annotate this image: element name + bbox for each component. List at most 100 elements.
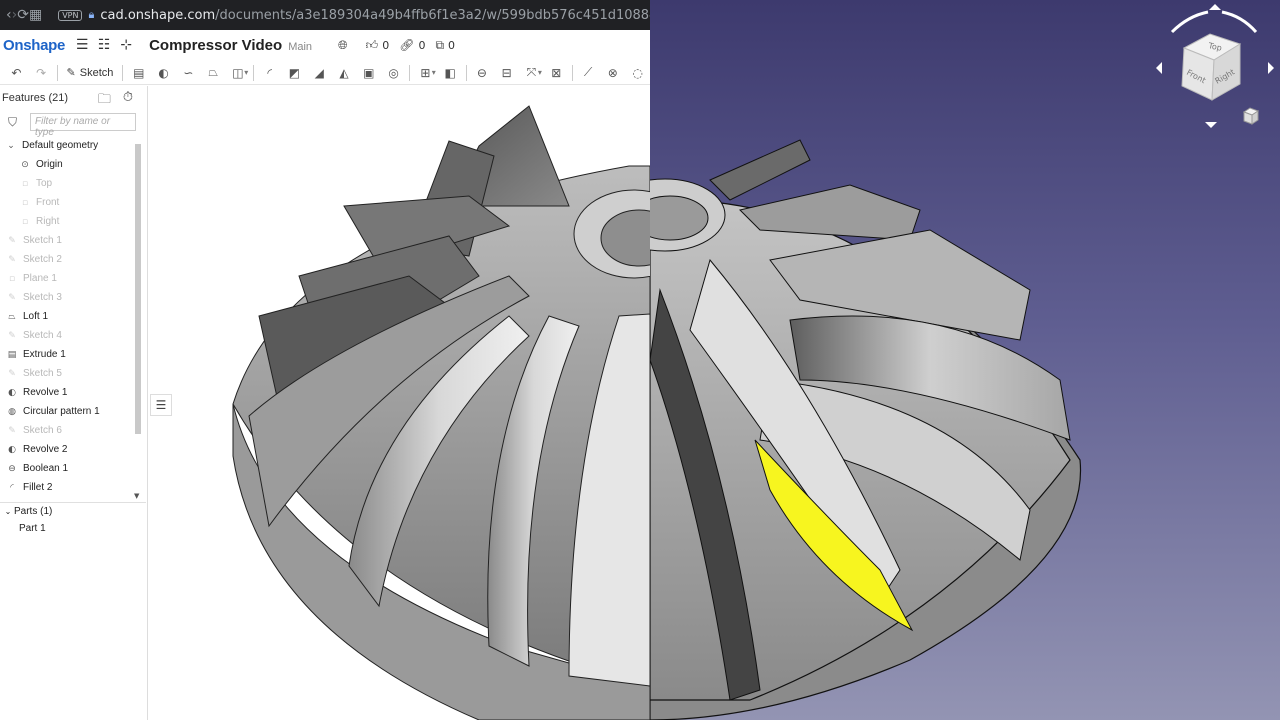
feature-item[interactable]: ◜ Fillet 2 [0,478,134,497]
feature-item[interactable]: ⊖ Boolean 1 [0,459,134,478]
feature-item[interactable]: ✎ Sketch 4 [0,326,134,345]
copy-icon: ⧉ [435,37,445,52]
feature-item[interactable]: ◐ Revolve 2 [0,440,134,459]
impeller-blade [709,139,811,201]
links-button[interactable]: 🔗︎ 0 [399,38,425,52]
lock-icon[interactable]: 🔒︎ [88,8,94,22]
chevron-down-icon[interactable]: ▾ [244,68,248,77]
scroll-down-icon[interactable]: ▼ [134,492,139,500]
tab-grid-icon[interactable]: ▦ [29,4,42,26]
move-face-icon[interactable]: ⊗ [600,62,625,84]
feature-item[interactable]: ⏢ Loft 1 [0,307,134,326]
copies-button[interactable]: ⧉ 0 [435,38,455,53]
divider [571,64,573,81]
plane-icon: ▫ [21,178,29,189]
filter-input[interactable]: Filter by name or type [30,113,136,138]
feature-item[interactable]: ▫ Right [0,212,134,231]
freecad-viewport[interactable]: Top Front Right [650,0,1280,720]
feature-label: Sketch 2 [23,254,62,265]
nav-down-arrow-icon[interactable] [1205,122,1217,128]
modify-fillet-icon[interactable]: ⟋ [576,62,601,84]
feature-item[interactable]: ▤ Extrude 1 [0,345,134,364]
feature-list-panel: Features (21) 🗀︎ ⏱︎ ⛉ Filter by name or … [0,86,148,720]
insert-icon[interactable]: ⊹ [115,37,137,53]
public-icon[interactable]: 🌐︎ [338,38,352,53]
nav-right-arrow-icon[interactable] [1268,62,1274,74]
likes-button[interactable]: 👍︎ 0 [366,38,390,53]
reload-icon[interactable]: ⟳ [17,4,29,26]
browser-toolbar: ‹ › ⟳ ▦ VPN 🔒︎ cad.onshape.com/documents… [0,0,650,30]
sketch-icon: ✎ [8,425,16,436]
chevron-down-icon[interactable]: ▾ [432,68,436,77]
nav-up-arrow-icon[interactable] [1209,4,1221,10]
undo-icon[interactable]: ↶ [4,62,29,84]
feature-label: Sketch 3 [23,292,62,303]
more-tools-icon[interactable]: ◌ [625,62,650,84]
boolean-icon[interactable]: ⊖ [470,62,495,84]
feature-filter: ⛉ Filter by name or type [0,110,147,138]
add-folder-icon[interactable]: 🗀︎ [98,90,111,112]
chevron-down-icon[interactable]: ▾ [538,68,542,77]
feature-count-label: Features (21) [2,92,69,104]
rotate-right-arrow-icon[interactable] [1221,10,1258,33]
filter-icon[interactable]: ⛉ [8,115,28,130]
sweep-icon[interactable]: ∽ [176,62,201,84]
feature-item[interactable]: ▫ Top [0,174,134,193]
navigation-cube[interactable]: Top Front Right [1150,0,1280,135]
likes-count: 0 [382,38,390,52]
menu-icon[interactable]: ☰ [71,37,93,53]
rollback-timer-icon[interactable]: ⏱︎ [123,90,133,112]
address-bar[interactable]: cad.onshape.com/documents/a3e189304a49b4… [100,8,650,23]
redo-icon[interactable]: ↷ [29,62,54,84]
feature-item[interactable]: ▫ Front [0,193,134,212]
sketch-button[interactable]: ✎ Sketch [61,62,120,84]
link-icon: 🔗︎ [399,38,415,52]
feature-list-icon[interactable]: ☷ [93,37,115,53]
feature-item[interactable]: ⌄ Default geometry [0,136,134,155]
feature-label: Revolve 1 [23,387,68,398]
feature-item[interactable]: ✎ Sketch 3 [0,288,134,307]
parts-list: ⌄ Parts (1) Part 1 [0,502,146,537]
feature-item[interactable]: ✎Sketch 7 [0,497,134,500]
plane-icon: ▫ [8,273,16,284]
loft-icon[interactable]: ⏢ [201,62,226,84]
feature-label: Revolve 2 [23,444,68,455]
links-count: 0 [418,38,426,52]
list-item[interactable]: Part 1 [0,520,146,537]
feature-item[interactable]: ▫ Plane 1 [0,269,134,288]
mirror-icon[interactable]: ◧ [438,62,463,84]
pencil-icon: ✎ [66,66,76,79]
extrude-icon[interactable]: ▤ [126,62,151,84]
feature-toolbar: ↶ ↷ ✎ Sketch ▤ ◐ ∽ ⏢ ◫ ▾ ◜ ◩ ◢ ◭ ▣ ◎ ⊞ ▾ ◧ … [0,61,650,85]
document-title[interactable]: Compressor Video [149,37,282,54]
feature-item[interactable]: ◐ Revolve 1 [0,383,134,402]
hole-icon[interactable]: ◎ [381,62,406,84]
feature-item[interactable]: ⊙ Origin [0,155,134,174]
scrollbar-thumb[interactable] [135,144,141,434]
feature-item[interactable]: ✎ Sketch 2 [0,250,134,269]
boolean-icon: ⊖ [8,463,16,474]
copies-count: 0 [448,38,456,52]
revolve-icon[interactable]: ◐ [151,62,176,84]
feature-list-scrollbar[interactable]: ▼ [134,138,142,500]
feature-item[interactable]: ◍ Circular pattern 1 [0,402,134,421]
delete-part-icon[interactable]: ⊠ [544,62,569,84]
shell-icon[interactable]: ▣ [356,62,381,84]
feature-list-header: Features (21) 🗀︎ ⏱︎ [0,86,147,110]
rib-icon[interactable]: ◭ [332,62,357,84]
fillet-icon[interactable]: ◜ [257,62,282,84]
onshape-logo[interactable]: Onshape [3,37,65,54]
chamfer-icon[interactable]: ◩ [282,62,307,84]
nav-left-arrow-icon[interactable] [1156,62,1162,74]
draft-icon[interactable]: ◢ [307,62,332,84]
split-icon[interactable]: ⊟ [494,62,519,84]
rotate-left-arrow-icon[interactable] [1170,10,1209,34]
vpn-badge[interactable]: VPN [58,9,83,21]
onshape-graphics-area[interactable] [149,86,650,720]
feature-item[interactable]: ✎ Sketch 6 [0,421,134,440]
divider [408,64,410,81]
branch-label[interactable]: Main [288,41,312,53]
feature-item[interactable]: ✎ Sketch 5 [0,364,134,383]
feature-item[interactable]: ✎ Sketch 1 [0,231,134,250]
parts-header[interactable]: ⌄ Parts (1) [0,503,146,520]
